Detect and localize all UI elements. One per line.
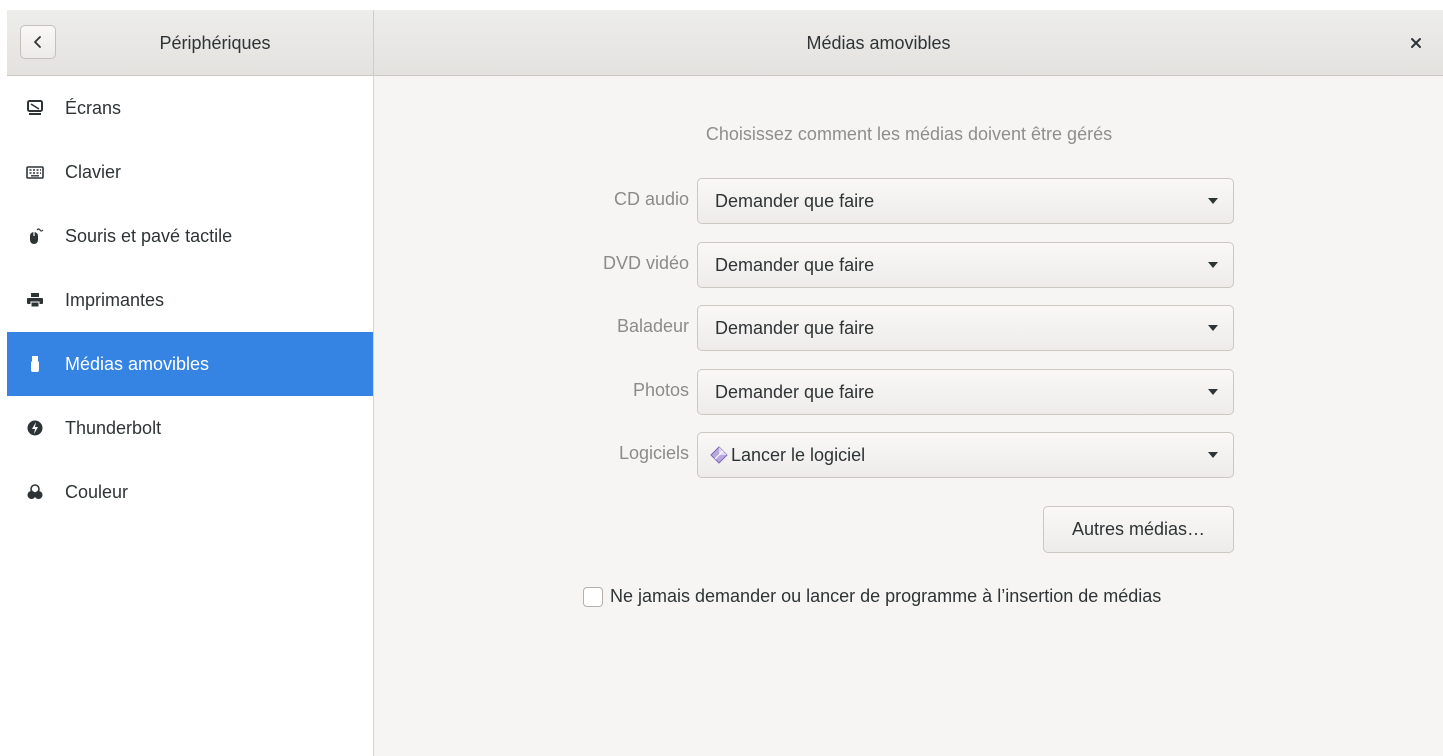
sidebar-item-label: Écrans xyxy=(65,97,122,118)
other-media-button[interactable]: Autres médias… xyxy=(1043,506,1234,553)
dvd-video-label: DVD vidéo xyxy=(602,253,689,273)
sidebar: Écrans Clavier Souris et pavé tactile Im… xyxy=(7,76,374,756)
sidebar-item-label: Clavier xyxy=(65,161,122,182)
chevron-down-icon xyxy=(1193,324,1233,332)
sidebar-item-label: Thunderbolt xyxy=(65,417,162,438)
sidebar-item-thunderbolt[interactable]: Thunderbolt xyxy=(7,396,373,460)
main-content: Choisissez comment les médias doivent êt… xyxy=(374,76,1443,756)
header-bar: Périphériques Médias amovibles xyxy=(7,10,1443,76)
photos-label: Photos xyxy=(632,380,689,400)
display-icon xyxy=(25,98,45,118)
sidebar-item-clavier[interactable]: Clavier xyxy=(7,140,373,204)
dvd-video-combo[interactable]: Demander que faire xyxy=(697,242,1234,288)
combo-value: Demander que faire xyxy=(715,254,875,275)
photos-combo[interactable]: Demander que faire xyxy=(697,369,1234,415)
combo-value: Demander que faire xyxy=(715,381,875,402)
keyboard-icon xyxy=(25,162,45,182)
chevron-down-icon xyxy=(1193,261,1233,269)
settings-window: Périphériques Médias amovibles Écrans Cl… xyxy=(7,10,1443,756)
sidebar-header: Périphériques xyxy=(7,10,374,76)
sidebar-item-label: Souris et pavé tactile xyxy=(65,225,233,246)
sidebar-item-label: Médias amovibles xyxy=(65,353,210,374)
combo-value: Demander que faire xyxy=(715,317,875,338)
never-prompt-option[interactable]: Ne jamais demander ou lancer de programm… xyxy=(583,586,1161,607)
cd-audio-combo[interactable]: Demander que faire xyxy=(697,178,1234,224)
never-prompt-label: Ne jamais demander ou lancer de programm… xyxy=(610,586,1162,606)
combo-value: Demander que faire xyxy=(715,190,875,211)
sidebar-item-imprimantes[interactable]: Imprimantes xyxy=(7,268,373,332)
go-previous-icon xyxy=(34,36,41,48)
software-launcher-icon xyxy=(710,446,728,464)
window-close-icon xyxy=(1411,38,1421,48)
back-button[interactable] xyxy=(20,25,56,59)
cd-audio-label: CD audio xyxy=(613,189,689,209)
chevron-down-icon xyxy=(1193,197,1233,205)
printer-icon xyxy=(25,290,45,310)
usb-drive-icon xyxy=(25,354,45,374)
baladeur-combo[interactable]: Demander que faire xyxy=(697,305,1234,351)
sidebar-item-label: Imprimantes xyxy=(65,289,165,310)
color-icon xyxy=(25,482,45,502)
baladeur-label: Baladeur xyxy=(616,316,689,336)
mouse-icon xyxy=(25,226,45,246)
panel-group-title: Périphériques xyxy=(159,33,271,53)
chevron-down-icon xyxy=(1193,388,1233,396)
page-title: Médias amovibles xyxy=(806,33,951,53)
logiciels-combo[interactable]: Lancer le logiciel xyxy=(697,432,1234,478)
sidebar-item-ecrans[interactable]: Écrans xyxy=(7,76,373,140)
sidebar-item-couleur[interactable]: Couleur xyxy=(7,460,373,524)
close-button[interactable] xyxy=(1403,30,1429,56)
never-prompt-checkbox[interactable] xyxy=(583,586,603,607)
combo-value-text: Lancer le logiciel xyxy=(731,444,866,465)
chevron-down-icon xyxy=(1193,451,1233,459)
combo-value: Lancer le logiciel xyxy=(698,445,1193,466)
sidebar-item-medias-amovibles[interactable]: Médias amovibles xyxy=(7,332,373,396)
logiciels-label: Logiciels xyxy=(618,443,689,463)
sidebar-item-label: Couleur xyxy=(65,481,129,502)
thunderbolt-icon xyxy=(25,418,45,438)
sidebar-item-souris[interactable]: Souris et pavé tactile xyxy=(7,204,373,268)
section-heading: Choisissez comment les médias doivent êt… xyxy=(705,124,1113,144)
